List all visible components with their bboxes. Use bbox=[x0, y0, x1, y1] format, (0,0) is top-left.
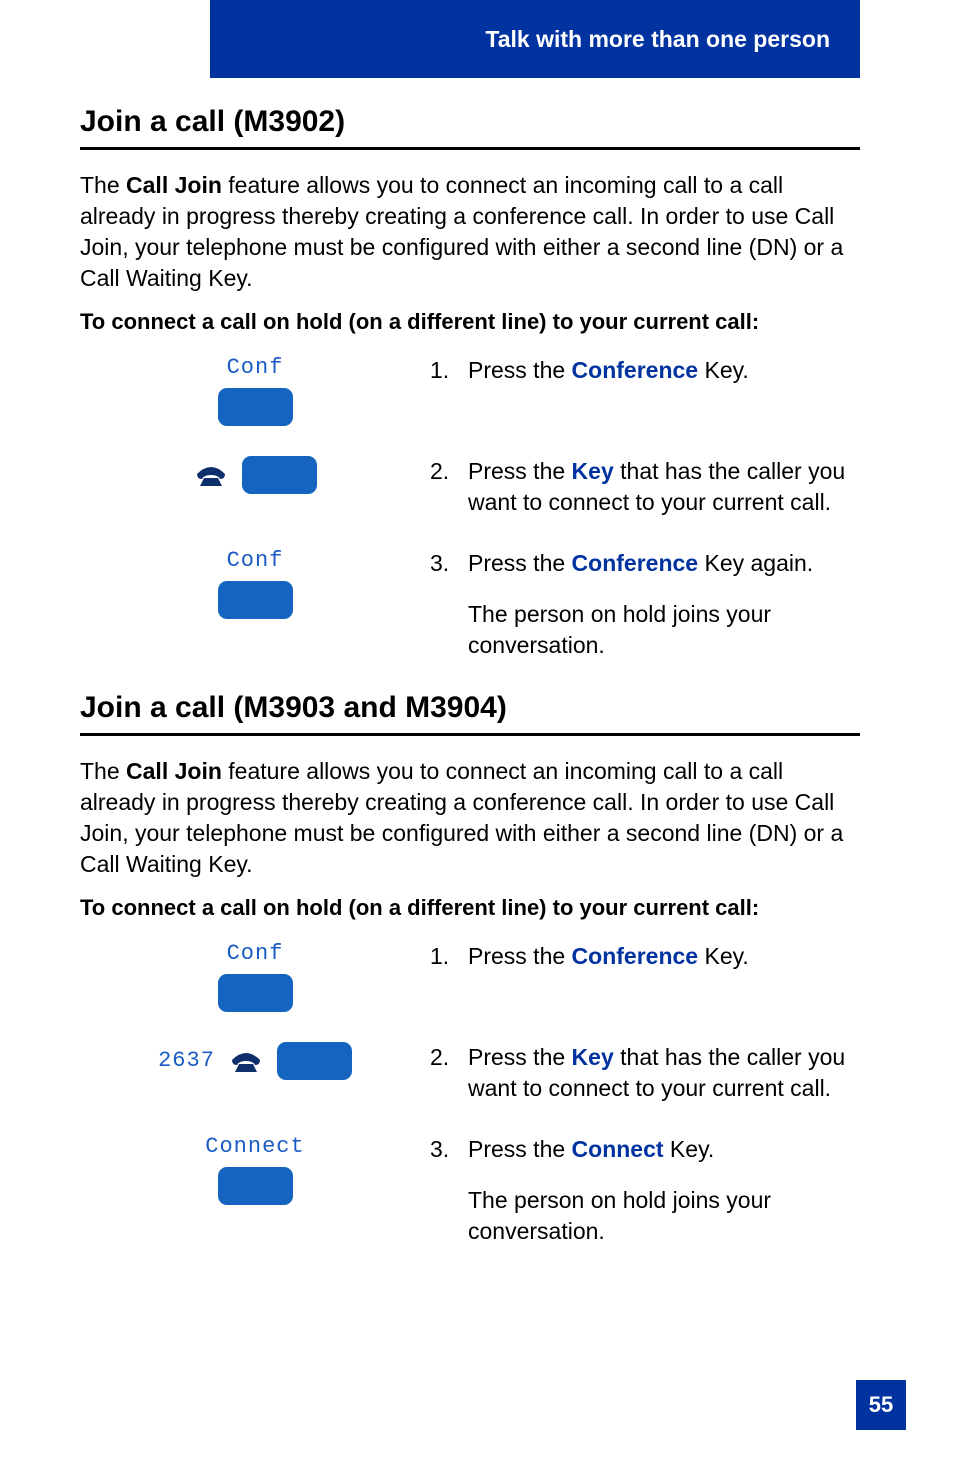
conference-keyword-3: Conference bbox=[572, 943, 699, 969]
line-number-label: 2637 bbox=[158, 1048, 215, 1073]
step1-num: 1. bbox=[430, 355, 456, 386]
connect-key-button bbox=[218, 1167, 293, 1205]
conf-key-button-3 bbox=[218, 974, 293, 1012]
step3-prefix: Press the bbox=[468, 550, 572, 576]
s2-step3-result: The person on hold joins your conversati… bbox=[468, 1185, 860, 1247]
s2-step1-num: 1. bbox=[430, 941, 456, 972]
line-key-button bbox=[242, 456, 317, 494]
s2-step1-text: 1. Press the Conference Key. bbox=[430, 941, 860, 972]
intro2-prefix: The bbox=[80, 758, 126, 784]
conference-keyword: Conference bbox=[572, 357, 699, 383]
step2-prefix: Press the bbox=[468, 458, 572, 484]
step3-result: The person on hold joins your conversati… bbox=[468, 599, 860, 661]
s2-step3-num: 3. bbox=[430, 1134, 456, 1247]
line-key-block-2: 2637 bbox=[80, 1042, 430, 1080]
s2-step1-suffix: Key. bbox=[698, 943, 749, 969]
key-keyword: Key bbox=[572, 458, 614, 484]
section2-subhead: To connect a call on hold (on a differen… bbox=[80, 894, 860, 923]
intro2-bold: Call Join bbox=[126, 758, 222, 784]
conf-key-label: Conf bbox=[227, 355, 284, 380]
section2-step3-row: Connect 3. Press the Connect Key. The pe… bbox=[80, 1134, 860, 1247]
conference-keyword-2: Conference bbox=[572, 550, 699, 576]
s2-step3-prefix: Press the bbox=[468, 1136, 572, 1162]
s2-step1-prefix: Press the bbox=[468, 943, 572, 969]
section1-title: Join a call (M3902) bbox=[80, 105, 860, 150]
s2-step3-body: Press the Connect Key. The person on hol… bbox=[468, 1134, 860, 1247]
connect-keyword: Connect bbox=[572, 1136, 664, 1162]
step3-num: 3. bbox=[430, 548, 456, 661]
phone-key-row bbox=[194, 456, 317, 494]
s2-step3-text: 3. Press the Connect Key. The person on … bbox=[430, 1134, 860, 1247]
s2-step1-body: Press the Conference Key. bbox=[468, 941, 860, 972]
conf-key-block: Conf bbox=[80, 355, 430, 426]
conf-key-button-2 bbox=[218, 581, 293, 619]
s2-step2-text: 2. Press the Key that has the caller you… bbox=[430, 1042, 860, 1104]
section2-step1-row: Conf 1. Press the Conference Key. bbox=[80, 941, 860, 1012]
conf-key-label-2: Conf bbox=[227, 548, 284, 573]
conf-key-block-3: Conf bbox=[80, 941, 430, 1012]
page-number: 55 bbox=[869, 1392, 893, 1418]
s2-step3-suffix: Key. bbox=[664, 1136, 715, 1162]
step3-suffix: Key again. bbox=[698, 550, 813, 576]
header-tab: Talk with more than one person bbox=[210, 0, 860, 78]
section1-subhead: To connect a call on hold (on a differen… bbox=[80, 308, 860, 337]
connect-key-label: Connect bbox=[205, 1134, 304, 1159]
section1-intro: The Call Join feature allows you to conn… bbox=[80, 170, 860, 294]
page-number-box: 55 bbox=[856, 1380, 906, 1430]
step1-body: Press the Conference Key. bbox=[468, 355, 860, 386]
step1-prefix: Press the bbox=[468, 357, 572, 383]
connect-key-block: Connect bbox=[80, 1134, 430, 1205]
line-key-button-2 bbox=[277, 1042, 352, 1080]
phone-icon bbox=[194, 462, 228, 488]
section2-title: Join a call (M3903 and M3904) bbox=[80, 691, 860, 736]
intro-prefix: The bbox=[80, 172, 126, 198]
step3-body: Press the Conference Key again. The pers… bbox=[468, 548, 860, 661]
step2-text: 2. Press the Key that has the caller you… bbox=[430, 456, 860, 518]
conf-key-block-2: Conf bbox=[80, 548, 430, 619]
step1-text: 1. Press the Conference Key. bbox=[430, 355, 860, 386]
section1-step2-row: 2. Press the Key that has the caller you… bbox=[80, 456, 860, 518]
section2-intro: The Call Join feature allows you to conn… bbox=[80, 756, 860, 880]
s2-step2-body: Press the Key that has the caller you wa… bbox=[468, 1042, 860, 1104]
intro-bold: Call Join bbox=[126, 172, 222, 198]
key-keyword-2: Key bbox=[572, 1044, 614, 1070]
s2-step2-prefix: Press the bbox=[468, 1044, 572, 1070]
line-key-block bbox=[80, 456, 430, 494]
step3-text: 3. Press the Conference Key again. The p… bbox=[430, 548, 860, 661]
conf-key-label-3: Conf bbox=[227, 941, 284, 966]
phone-key-row-2: 2637 bbox=[158, 1042, 352, 1080]
phone-icon-2 bbox=[229, 1048, 263, 1074]
step2-num: 2. bbox=[430, 456, 456, 518]
section1-step3-row: Conf 3. Press the Conference Key again. … bbox=[80, 548, 860, 661]
s2-step2-num: 2. bbox=[430, 1042, 456, 1104]
header-tab-text: Talk with more than one person bbox=[485, 26, 830, 53]
section2-step2-row: 2637 2. Press the Key that has the calle… bbox=[80, 1042, 860, 1104]
page-content: Join a call (M3902) The Call Join featur… bbox=[80, 105, 860, 1277]
step1-suffix: Key. bbox=[698, 357, 749, 383]
section1-step1-row: Conf 1. Press the Conference Key. bbox=[80, 355, 860, 426]
step2-body: Press the Key that has the caller you wa… bbox=[468, 456, 860, 518]
conf-key-button bbox=[218, 388, 293, 426]
